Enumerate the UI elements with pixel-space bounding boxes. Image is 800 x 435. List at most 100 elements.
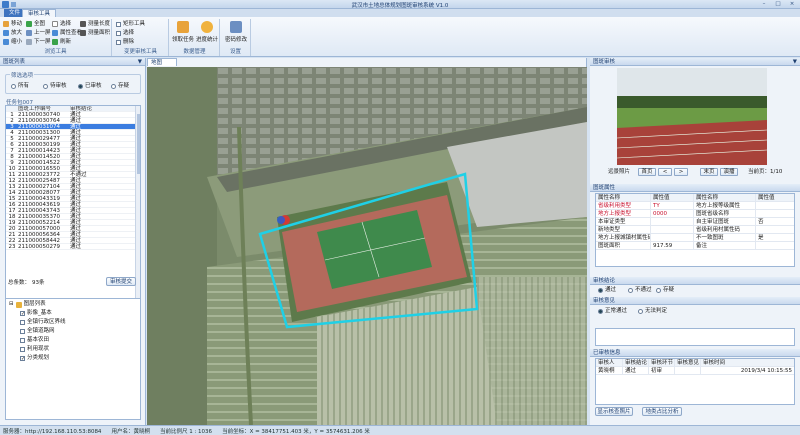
next-page-button[interactable]: > bbox=[674, 168, 688, 176]
attr-cell: 图斑面积 bbox=[596, 242, 651, 249]
attr-row[interactable]: 新地类型 省级利用村属性码 bbox=[596, 226, 794, 234]
rect-tool-button[interactable]: 矩形工具 bbox=[116, 20, 145, 28]
opinion-textarea[interactable] bbox=[595, 328, 795, 346]
layer-item[interactable]: 利用现状 bbox=[20, 346, 49, 353]
claim-task-button[interactable]: 领取任务 bbox=[172, 21, 194, 43]
layer-checkbox[interactable] bbox=[20, 338, 25, 343]
layer-item[interactable]: ✓ 影像_基本 bbox=[20, 310, 52, 317]
folder-icon bbox=[15, 301, 22, 308]
table-cell: 通过 bbox=[70, 244, 82, 250]
layer-item[interactable]: 全镇行政区界线 bbox=[20, 319, 66, 326]
filter-pending[interactable]: 待审核 bbox=[43, 82, 67, 90]
conclusion-pass[interactable]: 通过 bbox=[598, 286, 616, 294]
table-cell: 20 bbox=[8, 226, 16, 232]
layer-checkbox[interactable] bbox=[20, 347, 25, 352]
table-cell: 通过 bbox=[70, 124, 82, 130]
layer-checkbox[interactable] bbox=[20, 320, 25, 325]
slideshow-button[interactable]: 演播 bbox=[720, 168, 738, 176]
group-settings-label: 设置 bbox=[229, 49, 241, 55]
table-cell: 211000031074 bbox=[18, 124, 60, 130]
filter-radio bbox=[111, 83, 116, 89]
layer-root[interactable]: ⊟ 图层列表 bbox=[9, 301, 46, 308]
attr-row[interactable]: 地方上报类型 0000 图斑省级名称 bbox=[596, 210, 794, 218]
table-cell: 3 bbox=[10, 124, 14, 130]
collapse-icon[interactable]: ⊟ bbox=[9, 301, 14, 308]
filter-doubt[interactable]: 存疑 bbox=[111, 82, 129, 90]
attr-row[interactable]: 省级利用类型 TY 地方上报等级属性 bbox=[596, 202, 794, 210]
show-photo-button[interactable]: 显示核查照片 bbox=[595, 407, 633, 416]
measure-length-button[interactable]: 测量长度 bbox=[80, 20, 110, 28]
attr-panel-header: 图斑属性 bbox=[590, 184, 800, 192]
history-row[interactable]: 黄晓桐 通过 初审 2019/3/4 10:15:55 bbox=[596, 367, 794, 375]
measure-area-button[interactable]: 测量面积 bbox=[80, 29, 110, 37]
opinion-undetermined[interactable]: 无法判定 bbox=[638, 307, 667, 315]
key-icon bbox=[230, 21, 242, 33]
layer-checkbox[interactable] bbox=[20, 329, 25, 334]
table-row[interactable]: 23 211000050279 通过 bbox=[6, 244, 140, 250]
identify-button[interactable]: 属性查看 bbox=[52, 29, 82, 37]
delete-button[interactable]: 删除 bbox=[116, 38, 134, 46]
first-page-button[interactable]: 首页 bbox=[638, 168, 656, 176]
attr-cell: 0000 bbox=[651, 210, 694, 217]
attr-row[interactable]: 本审证类型 自主审证图斑否 bbox=[596, 218, 794, 226]
attr-table-header: 属性名称 属性值 属性名称 属性值 bbox=[596, 194, 794, 202]
close-button[interactable]: × bbox=[786, 1, 798, 8]
map-tab[interactable]: 地图 bbox=[147, 58, 177, 66]
ribbon-tabs: 文件 审核工具 bbox=[0, 9, 800, 17]
attr-row[interactable]: 地方上报城镇村属性码 不一致图斑是 bbox=[596, 234, 794, 242]
landuse-analysis-button[interactable]: 地类占比分析 bbox=[642, 407, 682, 416]
attr-cell: 备注 bbox=[694, 242, 756, 249]
status-user: 用户名：黄晓桐 bbox=[111, 428, 150, 435]
pin-icon[interactable]: ▼ bbox=[793, 58, 797, 66]
table-cell: 211000014522 bbox=[18, 160, 60, 166]
total-count: 总条数： 93条 bbox=[8, 280, 45, 286]
table-cell: 通过 bbox=[70, 178, 82, 184]
pan-button[interactable]: 移动 bbox=[3, 20, 22, 28]
layer-item[interactable]: 全镇道路网 bbox=[20, 328, 55, 335]
map-view[interactable] bbox=[147, 67, 587, 425]
zoom-out-button[interactable]: 缩小 bbox=[3, 38, 22, 46]
submit-review-button[interactable]: 审核提交 bbox=[106, 277, 136, 286]
table-cell: 7 bbox=[10, 148, 14, 154]
change-password-button[interactable]: 密码修改 bbox=[225, 21, 247, 43]
layer-item[interactable]: 基本农田 bbox=[20, 337, 49, 344]
maximize-button[interactable]: □ bbox=[772, 1, 784, 8]
table-cell: 通过 bbox=[70, 130, 82, 136]
filter-all[interactable]: 所有 bbox=[11, 82, 29, 90]
table-cell: 211000052214 bbox=[18, 220, 60, 226]
pin-icon[interactable]: ▼ bbox=[138, 58, 142, 66]
table-cell: 211000043319 bbox=[18, 196, 60, 202]
opinion-normal[interactable]: 正常通过 bbox=[598, 307, 627, 315]
layer-checkbox[interactable]: ✓ bbox=[20, 311, 25, 317]
zoom-in-button[interactable]: 放大 bbox=[3, 29, 22, 37]
full-extent-button[interactable]: 全图 bbox=[26, 20, 45, 28]
minimize-button[interactable]: – bbox=[758, 1, 770, 8]
table-cell: 通过 bbox=[70, 142, 82, 148]
refresh-button[interactable]: 刷新 bbox=[52, 38, 71, 46]
layer-checkbox[interactable]: ✓ bbox=[20, 356, 25, 362]
next-extent-button[interactable]: 下一屏 bbox=[26, 38, 51, 46]
prev-extent-button[interactable]: 上一屏 bbox=[26, 29, 51, 37]
conclusion-doubt[interactable]: 存疑 bbox=[656, 286, 674, 294]
layer-item[interactable]: ✓ 分类规划 bbox=[20, 355, 49, 362]
opinion-header: 审核意见 bbox=[590, 297, 800, 305]
table-cell: 211000043619 bbox=[18, 202, 60, 208]
prev-page-button[interactable]: < bbox=[658, 168, 672, 176]
field-photo[interactable] bbox=[617, 68, 767, 165]
attr-cell: 917.59 bbox=[651, 242, 694, 249]
conclusion-fail[interactable]: 不通过 bbox=[628, 286, 652, 294]
table-cell: 211000023772 bbox=[18, 172, 60, 178]
attr-cell bbox=[651, 226, 694, 233]
last-page-button[interactable]: 末页 bbox=[700, 168, 718, 176]
filter-reviewed[interactable]: 已审核 bbox=[78, 82, 102, 90]
progress-stats-button[interactable]: 进度统计 bbox=[196, 21, 218, 43]
polygon-select-button[interactable]: 选择 bbox=[116, 29, 134, 37]
table-cell: 通过 bbox=[70, 166, 82, 172]
attr-row[interactable]: 图斑面积 917.59 备注 bbox=[596, 242, 794, 250]
select-button[interactable]: 选择 bbox=[52, 20, 71, 28]
attr-cell: 省级利用村属性码 bbox=[694, 226, 756, 233]
scroll-thumb[interactable] bbox=[137, 114, 140, 174]
attr-cell: 是 bbox=[758, 235, 764, 241]
tab-audit-tools[interactable]: 审核工具 bbox=[22, 9, 57, 17]
satellite-image[interactable] bbox=[147, 67, 587, 425]
